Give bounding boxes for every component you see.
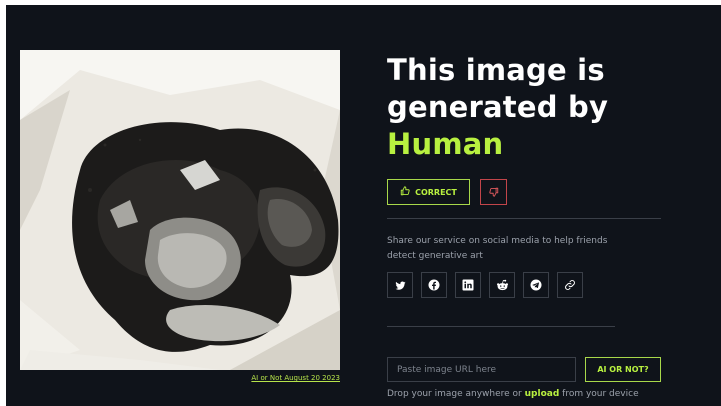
thumbs-up-icon [400,186,410,198]
image-url-input[interactable] [387,357,576,382]
divider [387,326,615,327]
ai-or-not-button[interactable]: AI OR NOT? [585,357,661,382]
headline-line-2: generated by [387,90,609,124]
social-share-row [387,272,583,298]
incorrect-button[interactable] [480,179,507,205]
headline-line-1: This image is [387,53,605,87]
copy-link-button[interactable] [557,272,583,298]
drop-instructions: Drop your image anywhere or upload from … [387,389,687,399]
verdict-label: Human [387,127,504,161]
correct-button[interactable]: CORRECT [387,179,470,205]
share-twitter-button[interactable] [387,272,413,298]
drop-prefix: Drop your image anywhere or [387,389,522,399]
share-description: Share our service on social media to hel… [387,236,608,261]
thumbs-down-icon [488,185,499,200]
correct-button-label: CORRECT [415,187,457,197]
share-telegram-button[interactable] [523,272,549,298]
share-facebook-button[interactable] [421,272,447,298]
share-reddit-button[interactable] [489,272,515,298]
image-caption-link[interactable]: AI or Not August 20 2023 [190,374,340,382]
analyzed-image [20,50,340,370]
upload-link[interactable]: upload [525,389,560,399]
telegram-icon [530,276,542,295]
share-linkedin-button[interactable] [455,272,481,298]
result-headline: This image is generated by Human [387,52,687,163]
twitter-icon [394,276,406,295]
linkedin-icon [462,276,474,295]
reddit-icon [496,276,509,295]
analyzed-image-graphic [20,50,340,370]
facebook-icon [428,276,440,295]
divider [387,218,661,219]
link-icon [564,276,576,295]
drop-suffix: from your device [562,389,639,399]
